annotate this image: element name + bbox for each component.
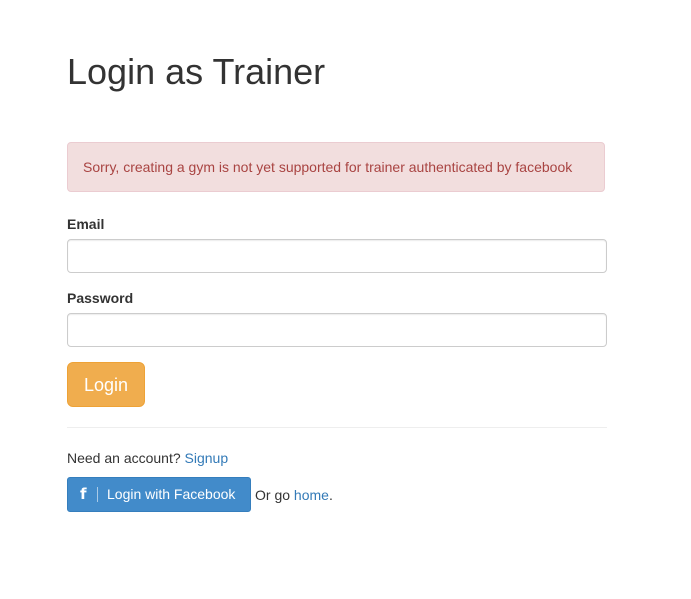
- home-line: Or go home.: [255, 487, 333, 503]
- email-label: Email: [67, 216, 105, 232]
- email-field[interactable]: [67, 239, 607, 273]
- home-link[interactable]: home: [294, 487, 329, 503]
- signup-prompt: Need an account?: [67, 450, 185, 466]
- facebook-login-label: Login with Facebook: [107, 486, 236, 502]
- divider: [67, 427, 607, 428]
- signup-link[interactable]: Signup: [185, 450, 229, 466]
- button-separator: [97, 487, 98, 502]
- page-title: Login as Trainer: [67, 51, 326, 92]
- password-field[interactable]: [67, 313, 607, 347]
- password-label: Password: [67, 290, 134, 306]
- home-prefix: Or go: [255, 487, 294, 503]
- error-alert-message: Sorry, creating a gym is not yet support…: [83, 159, 573, 175]
- facebook-icon: f: [80, 485, 87, 503]
- login-button[interactable]: Login: [67, 362, 145, 407]
- home-suffix: .: [328, 487, 333, 503]
- error-alert: Sorry, creating a gym is not yet support…: [67, 142, 605, 192]
- signup-line: Need an account? Signup: [67, 450, 228, 466]
- facebook-login-button[interactable]: f Login with Facebook: [67, 477, 251, 512]
